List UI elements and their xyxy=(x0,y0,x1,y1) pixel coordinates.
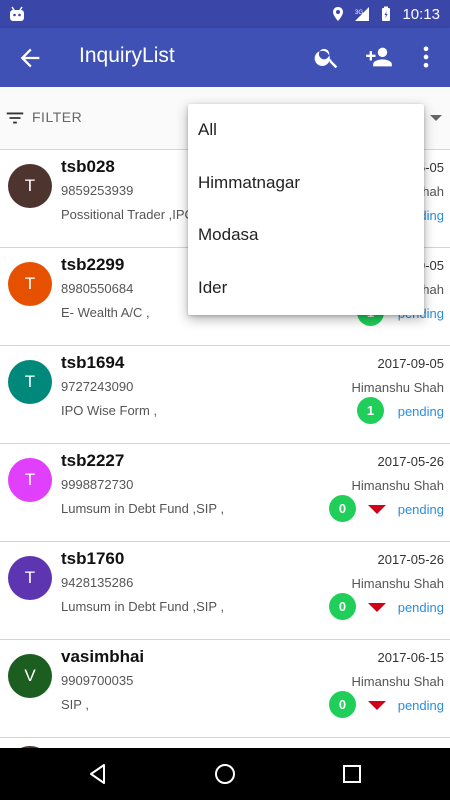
item-description: Lumsum in Debt Fund ,SIP , xyxy=(61,501,225,516)
status-label[interactable]: pending xyxy=(398,698,444,713)
item-name: tsb028 xyxy=(61,157,115,176)
item-phone: 9998872730 xyxy=(61,477,134,492)
item-person: Himanshu Shah xyxy=(351,674,445,689)
item-name: vasimbhai xyxy=(61,647,145,666)
location-dropdown-menu: All Himmatnagar Modasa Ider xyxy=(188,104,424,315)
count-badge: 0 xyxy=(329,495,356,522)
item-name: tsb2299 xyxy=(61,255,125,274)
avatar: T xyxy=(8,556,52,600)
nav-home-icon[interactable] xyxy=(213,762,237,786)
filter-label: FILTER xyxy=(32,109,83,125)
item-phone: 9428135286 xyxy=(61,575,134,590)
status-time: 10:13 xyxy=(402,5,440,23)
dropdown-option-modasa[interactable]: Modasa xyxy=(188,209,424,262)
count-badge: 1 xyxy=(357,397,384,424)
avatar: V xyxy=(8,654,52,698)
count-badge: 0 xyxy=(329,593,356,620)
signal-icon: 3G xyxy=(355,7,370,21)
status-label[interactable]: pending xyxy=(398,600,444,615)
page-title: InquiryList xyxy=(79,44,175,67)
item-person: Himanshu Shah xyxy=(351,478,445,493)
navigation-bar xyxy=(0,748,450,800)
battery-icon xyxy=(382,6,391,21)
avatar: T xyxy=(8,458,52,502)
list-item[interactable]: T tsb1694 9727243090 IPO Wise Form , 201… xyxy=(0,346,450,444)
list-item[interactable]: T tsb2227 9998872730 Lumsum in Debt Fund… xyxy=(0,444,450,542)
avatar: T xyxy=(8,360,52,404)
item-phone: 9727243090 xyxy=(61,379,134,394)
filter-list-icon xyxy=(6,112,24,124)
app-bar: InquiryList xyxy=(0,28,450,87)
item-name: tsb1694 xyxy=(61,353,125,372)
list-item[interactable]: V vasimbhai 9909700035 SIP , 2017-06-15 … xyxy=(0,640,450,738)
dropdown-option-himmatnagar[interactable]: Himmatnagar xyxy=(188,157,424,210)
status-label[interactable]: pending xyxy=(398,404,444,419)
item-person: Himanshu Shah xyxy=(351,576,445,591)
priority-down-arrow-icon xyxy=(368,701,386,710)
item-date: 2017-06-15 xyxy=(377,650,445,665)
dropdown-option-ider[interactable]: Ider xyxy=(188,262,424,315)
item-date: 2017-05-26 xyxy=(377,454,445,469)
item-description: IPO Wise Form , xyxy=(61,403,158,418)
count-badge: 0 xyxy=(329,691,356,718)
search-icon[interactable] xyxy=(313,43,341,71)
priority-down-arrow-icon xyxy=(368,603,386,612)
dropdown-option-all[interactable]: All xyxy=(188,104,424,157)
more-vert-icon[interactable] xyxy=(412,43,440,71)
location-icon xyxy=(333,7,344,21)
item-date: 2017-09-05 xyxy=(377,356,445,371)
svg-text:3G: 3G xyxy=(355,10,363,16)
item-date: 2017-05-26 xyxy=(377,552,445,567)
item-description: Lumsum in Debt Fund ,SIP , xyxy=(61,599,225,614)
item-name: tsb2227 xyxy=(61,451,125,470)
nav-back-icon[interactable] xyxy=(86,762,110,786)
avatar: T xyxy=(8,164,52,208)
item-phone: 8980550684 xyxy=(61,281,134,296)
avatar: T xyxy=(8,262,52,306)
status-bar: 3G 10:13 xyxy=(0,0,450,28)
item-description: E- Wealth A/C , xyxy=(61,305,150,320)
status-label[interactable]: pending xyxy=(398,502,444,517)
android-icon xyxy=(10,6,24,21)
item-phone: 9859253939 xyxy=(61,183,134,198)
dropdown-arrow-icon[interactable] xyxy=(430,115,442,121)
person-add-icon[interactable] xyxy=(365,43,393,71)
item-phone: 9909700035 xyxy=(61,673,134,688)
item-description: Possitional Trader ,IPO xyxy=(61,207,195,222)
nav-recents-icon[interactable] xyxy=(340,762,364,786)
list-item[interactable]: T tsb1760 9428135286 Lumsum in Debt Fund… xyxy=(0,542,450,640)
arrow-back-icon[interactable] xyxy=(16,44,44,72)
item-name: tsb1760 xyxy=(61,549,125,568)
item-person: Himanshu Shah xyxy=(351,380,445,395)
priority-down-arrow-icon xyxy=(368,505,386,514)
item-description: SIP , xyxy=(61,697,89,712)
